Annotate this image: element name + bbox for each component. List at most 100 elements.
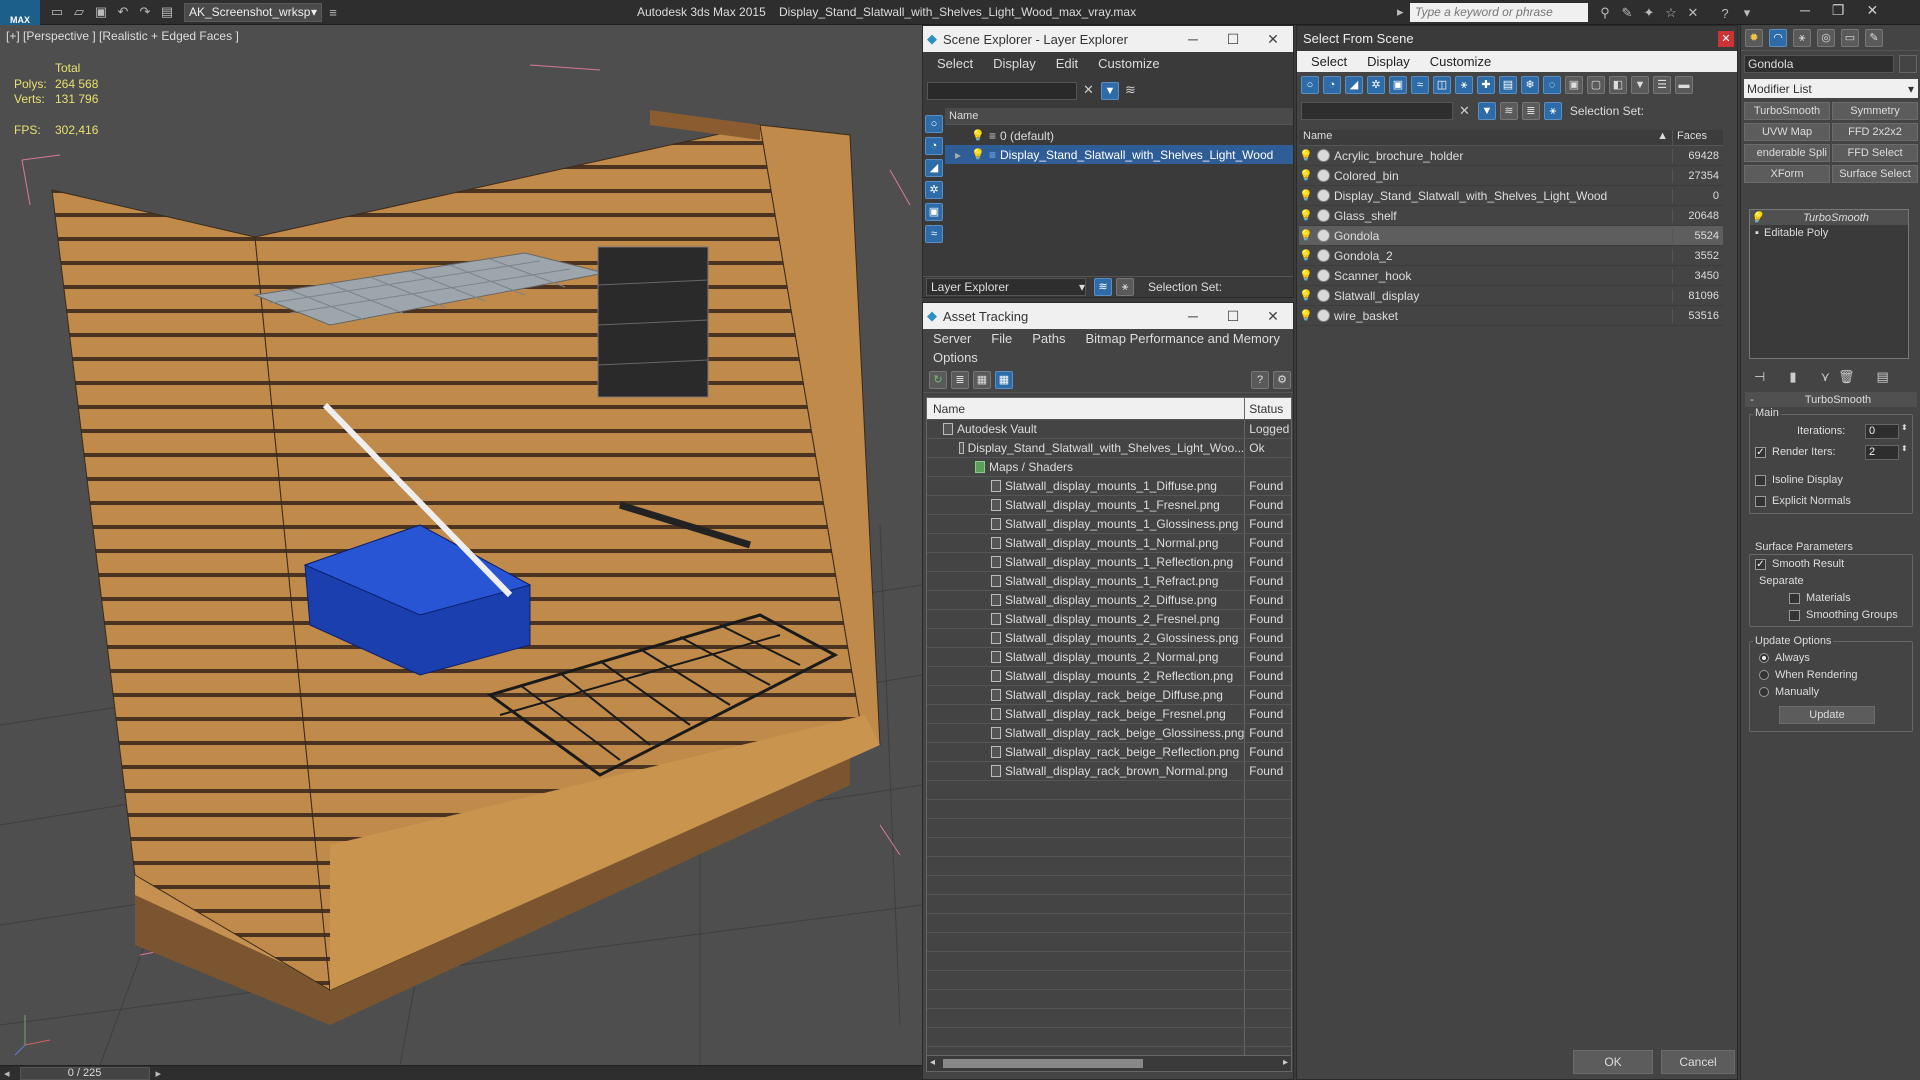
cancel-button[interactable]: Cancel [1661, 1050, 1735, 1074]
light-bulb-icon[interactable]: 💡 [1299, 209, 1313, 222]
menu-display[interactable]: Display [983, 56, 1046, 71]
light-bulb-icon[interactable]: 💡 [1299, 289, 1313, 302]
menu-display[interactable]: Display [1357, 54, 1420, 69]
update-always-option[interactable]: Always [1759, 652, 1810, 664]
render-iters-toggle[interactable]: ✓ Render Iters: [1755, 446, 1836, 458]
asset-row[interactable]: Slatwall_display_mounts_1_Diffuse.png Fou… [927, 477, 1291, 496]
modifier-uvw-map-button[interactable]: UVW Map [1744, 123, 1830, 141]
binoculars-icon[interactable]: ⚲ [1594, 3, 1616, 23]
modifier-renderable-spline-button[interactable]: enderable Spli [1744, 144, 1830, 162]
modifier-surface-select-button[interactable]: Surface Select [1832, 165, 1918, 183]
asset-row[interactable]: Slatwall_display_mounts_1_Refract.png Fou… [927, 572, 1291, 591]
hierarchy-icon[interactable]: ≣ [1521, 102, 1540, 120]
spinner-arrows-icon[interactable]: ⬍ [1901, 444, 1908, 453]
close-icon[interactable]: ✕ [1718, 30, 1734, 47]
menu-paths[interactable]: Paths [1022, 331, 1075, 346]
light-bulb-icon[interactable]: 💡 [1750, 211, 1764, 224]
minimize-icon[interactable]: ─ [1173, 308, 1213, 324]
menu-icon[interactable]: ≡ [322, 2, 344, 22]
layer-row-display-stand[interactable]: ▸ 💡 ≡ Display_Stand_Slatwall_with_Shelves… [945, 145, 1293, 164]
light-bulb-icon[interactable]: 💡 [1299, 269, 1313, 282]
asset-row[interactable]: Slatwall_display_rack_brown_Normal.png Fo… [927, 762, 1291, 781]
asset-row[interactable]: Slatwall_display_mounts_2_Glossiness.png… [927, 629, 1291, 648]
filter-icon[interactable]: ▼ [1477, 102, 1496, 120]
menu-bitmap-performance[interactable]: Bitmap Performance and Memory [1076, 331, 1290, 346]
asset-row[interactable]: Slatwall_display_mounts_2_Reflection.png… [927, 667, 1291, 686]
tools-icon[interactable]: ✎ [1616, 3, 1638, 23]
project-folder-icon[interactable]: ▤ [156, 2, 178, 22]
layer-column-header[interactable]: Name [945, 108, 1293, 125]
layer-row-default[interactable]: 💡 ≡ 0 (default) [945, 126, 1293, 145]
close-icon[interactable]: ✕ [1253, 308, 1293, 325]
menu-server[interactable]: Server [923, 331, 981, 346]
smooth-result-toggle[interactable]: ✓ Smooth Result [1755, 558, 1844, 570]
col-faces-header[interactable]: Faces [1673, 130, 1723, 145]
motion-tab-icon[interactable]: ◎ [1817, 28, 1835, 47]
menu-select[interactable]: Select [927, 56, 983, 71]
asset-row[interactable]: Display_Stand_Slatwall_with_Shelves_Ligh… [927, 439, 1291, 458]
object-row[interactable]: 💡 Display_Stand_Slatwall_with_Shelves_Lig… [1299, 186, 1723, 206]
expand-arrow-icon[interactable]: ▸ [945, 148, 971, 162]
thumbnail-view-icon[interactable]: ▦ [973, 370, 991, 389]
sort-icon[interactable]: ⚹ [1543, 102, 1562, 120]
modifier-symmetry-button[interactable]: Symmetry [1832, 102, 1918, 120]
asset-row[interactable]: Slatwall_display_mounts_2_Fresnel.png Fou… [927, 610, 1291, 629]
asset-row[interactable]: Slatwall_display_mounts_1_Fresnel.png Fou… [927, 496, 1291, 515]
display-lights-icon[interactable]: ✲ [925, 181, 943, 199]
object-color-swatch[interactable] [1899, 55, 1917, 73]
help-icon[interactable]: ? [1714, 3, 1736, 23]
restore-window-icon[interactable]: ❐ [1832, 2, 1845, 19]
smoothing-groups-checkbox[interactable] [1789, 609, 1800, 621]
refresh-icon[interactable]: ↻ [929, 370, 947, 389]
object-row[interactable]: 💡 Slatwall_display 81096 [1299, 286, 1723, 306]
close-x-icon[interactable]: ✕ [1682, 3, 1704, 23]
menu-options[interactable]: Options [923, 350, 988, 365]
display-hidden-icon[interactable]: ◌ [1543, 76, 1561, 94]
asset-row[interactable]: Slatwall_display_mounts_1_Reflection.png… [927, 553, 1291, 572]
manually-radio[interactable] [1759, 687, 1769, 697]
subscription-icon[interactable]: ✦ [1638, 3, 1660, 23]
remove-modifier-icon[interactable]: 🗑 [1838, 369, 1855, 385]
modifier-ffd-select-button[interactable]: FFD Select [1832, 144, 1918, 162]
time-slider[interactable]: ◂ 0 / 225 ▸ [0, 1065, 922, 1080]
favorites-icon[interactable]: ☆ [1660, 3, 1682, 23]
asset-row[interactable]: Slatwall_display_mounts_1_Glossiness.png… [927, 515, 1291, 534]
materials-toggle[interactable]: Materials [1789, 592, 1851, 604]
render-iters-checkbox[interactable]: ✓ [1755, 446, 1766, 458]
light-bulb-icon[interactable]: 💡 [1299, 169, 1313, 182]
stack-item-editable-poly[interactable]: ▪ Editable Poly [1750, 225, 1908, 240]
object-row[interactable]: 💡 wire_basket 53516 [1299, 306, 1723, 326]
turbosmooth-rollout-header[interactable]: - TurboSmooth [1745, 392, 1917, 407]
stack-item-turbosmooth[interactable]: 💡 TurboSmooth [1750, 210, 1908, 225]
isoline-checkbox[interactable] [1755, 474, 1766, 486]
search-input[interactable]: Type a keyword or phrase [1410, 3, 1588, 22]
utilities-tab-icon[interactable]: ✎ [1865, 28, 1883, 47]
update-when-rendering-option[interactable]: When Rendering [1759, 669, 1858, 681]
redo-icon[interactable]: ↷ [134, 2, 156, 22]
configure-modifier-sets-icon[interactable]: ▤ [1877, 369, 1889, 385]
display-spacewarps-icon[interactable]: ≈ [1411, 76, 1429, 94]
iterations-spinner[interactable]: 0 [1865, 424, 1899, 439]
show-end-result-icon[interactable]: ▮ [1789, 369, 1796, 385]
col-name-header[interactable]: Name ▲ [1299, 130, 1673, 145]
asset-row[interactable]: Autodesk Vault Logged [927, 420, 1291, 439]
display-invert-icon[interactable]: ◧ [1609, 76, 1627, 94]
menu-file[interactable]: File [981, 331, 1022, 346]
filter-icon[interactable]: ▼ [1631, 76, 1649, 94]
app-logo[interactable]: MAX [0, 0, 40, 25]
update-button[interactable]: Update [1779, 706, 1875, 724]
object-row[interactable]: 💡 Gondola 5524 [1299, 226, 1723, 246]
table-view-icon[interactable]: ▦ [995, 370, 1013, 389]
col-status-header[interactable]: Status [1245, 398, 1291, 419]
asset-tracking-titlebar[interactable]: ◆ Asset Tracking ─ ☐ ✕ [923, 303, 1293, 329]
expand-box-icon[interactable]: ▪ [1750, 227, 1764, 239]
minimize-icon[interactable]: ─ [1173, 31, 1213, 47]
when-rendering-radio[interactable] [1759, 670, 1769, 680]
modify-tab-icon[interactable]: ◠ [1769, 28, 1787, 47]
perspective-viewport[interactable]: [+] [Perspective ] [Realistic + Edged Fa… [0, 25, 922, 1065]
explicit-normals-checkbox[interactable] [1755, 495, 1766, 507]
scene-explorer-titlebar[interactable]: ◆ Scene Explorer - Layer Explorer ─ ☐ ✕ [923, 26, 1293, 52]
ok-button[interactable]: OK [1573, 1050, 1653, 1074]
object-row[interactable]: 💡 Acrylic_brochure_holder 69428 [1299, 146, 1723, 166]
modifier-ffd-button[interactable]: FFD 2x2x2 [1832, 123, 1918, 141]
